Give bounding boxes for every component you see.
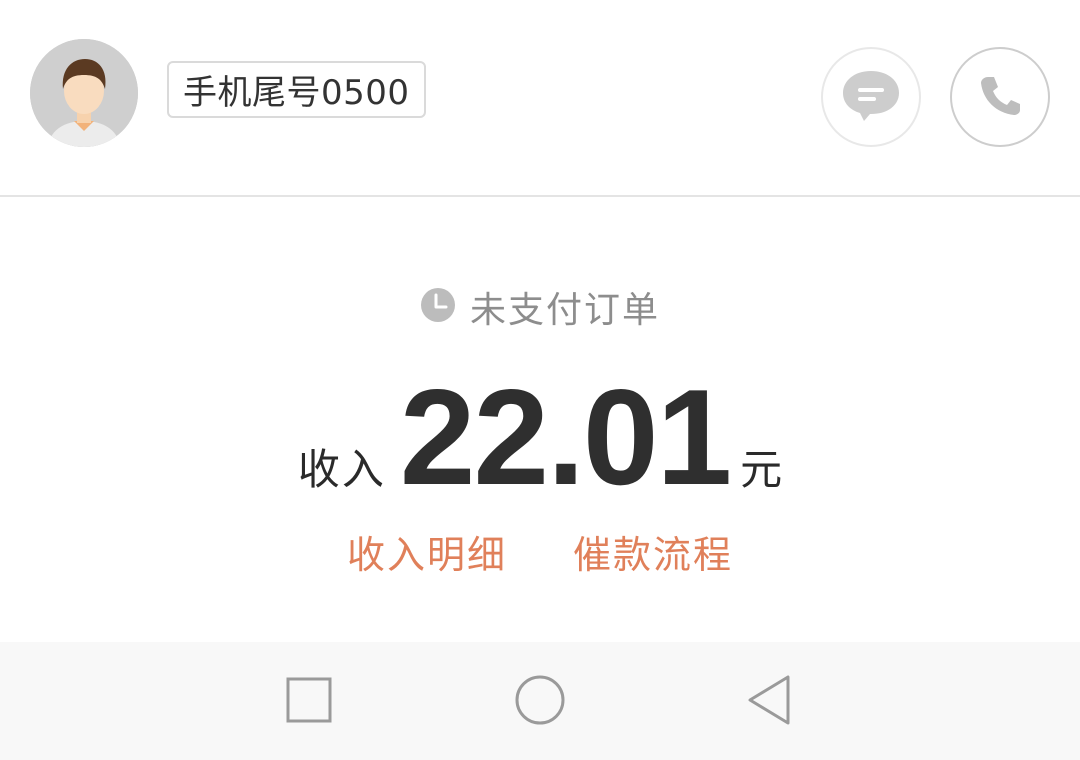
back-button[interactable] — [739, 672, 799, 732]
income-detail-link[interactable]: 收入明细 — [347, 524, 507, 577]
income-amount-row: 收入 22.01 元 — [0, 361, 1080, 513]
income-amount: 22.01 — [399, 361, 732, 513]
circle-home-icon — [514, 674, 566, 730]
phone-icon — [978, 73, 1022, 121]
passenger-header: 手机尾号0500 — [0, 0, 1080, 197]
order-status-row: 未支付订单 — [0, 283, 1080, 331]
call-button[interactable] — [950, 47, 1050, 147]
system-navigation-bar — [0, 642, 1080, 760]
triangle-back-icon — [746, 674, 792, 730]
collection-process-link[interactable]: 催款流程 — [573, 524, 733, 577]
square-recent-apps-icon — [286, 677, 332, 727]
clock-icon — [420, 287, 456, 327]
phone-tail-label: 手机尾号0500 — [183, 73, 410, 113]
order-status-text: 未支付订单 — [469, 290, 660, 331]
phone-tail-tag: 手机尾号0500 — [167, 61, 426, 118]
message-button[interactable] — [821, 47, 921, 147]
order-links-row: 收入明细 催款流程 — [0, 524, 1080, 577]
recent-apps-button[interactable] — [279, 672, 339, 732]
order-screen: 手机尾号0500 未支付订单 收入 22.01 元 收入明细 催款流程 — [0, 0, 1080, 760]
chat-bubble-icon — [840, 67, 902, 127]
income-prefix-label: 收入 — [297, 445, 386, 494]
user-avatar-icon — [30, 39, 138, 147]
currency-unit-label: 元 — [740, 445, 783, 494]
home-button[interactable] — [510, 672, 570, 732]
